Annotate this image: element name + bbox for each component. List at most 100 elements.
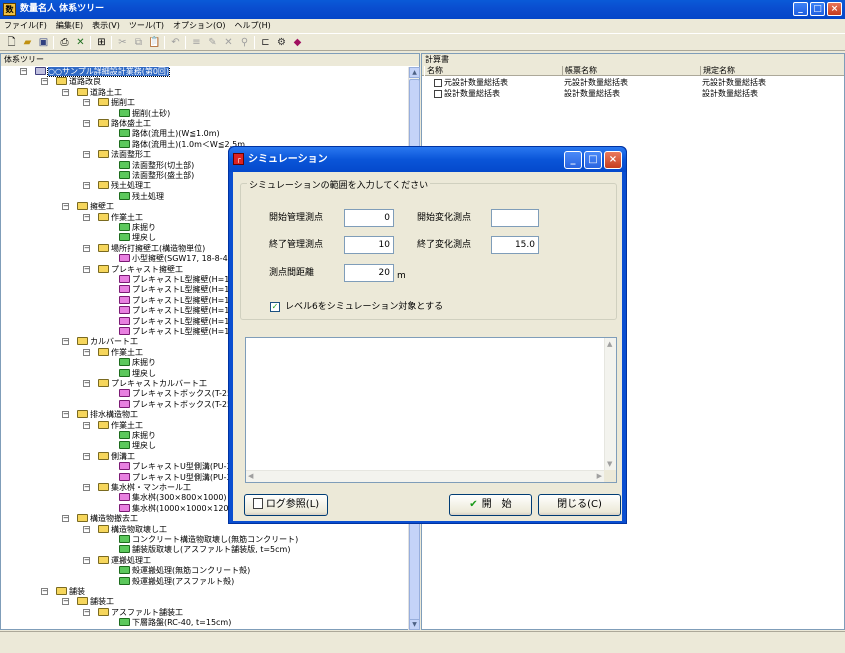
tree-node[interactable]: 構造物取壊し工 (98, 524, 167, 535)
level6-checkbox[interactable]: ✓ (270, 302, 280, 312)
tree-node[interactable]: プレキャストL型擁壁(H=1600 (119, 327, 245, 337)
undo-icon[interactable]: ↶ (169, 36, 182, 49)
menu-edit[interactable]: 編集(E) (52, 19, 88, 31)
tree-node[interactable]: 排水構造物工 (77, 410, 138, 420)
collapse-icon[interactable]: − (83, 421, 90, 429)
insert-icon[interactable]: ≡ (190, 36, 203, 49)
tree-node[interactable]: プレキャストL型擁壁(H=1100 (119, 275, 245, 285)
cut-icon[interactable]: ✂ (116, 36, 129, 49)
scroll-down-icon[interactable]: ▼ (409, 619, 420, 630)
tree-node[interactable]: プレキャストボックス(T-25, 4 (119, 399, 242, 410)
menu-options[interactable]: オプション(O) (169, 19, 231, 31)
scroll-right-icon[interactable]: ▶ (597, 471, 602, 481)
column-rule-name[interactable]: 規定名称 (700, 66, 735, 76)
excel-icon[interactable]: ✕ (74, 36, 87, 49)
tree-node[interactable]: 集水桝(1000×1000×1200) (119, 503, 237, 514)
save-icon[interactable]: ▣ (37, 36, 50, 49)
collapse-icon[interactable]: − (83, 120, 90, 127)
book-icon[interactable]: ◆ (291, 36, 304, 49)
column-name[interactable]: 名称 (424, 66, 443, 76)
list-item[interactable]: 元設計数量総括表 元設計数量総括表 元設計数量総括表 (422, 78, 844, 88)
tree-node[interactable]: 運搬処理工 (98, 555, 151, 566)
tree-node[interactable]: 小型擁壁(SGW17, 18-8-40, (119, 254, 235, 264)
tree-node[interactable]: 作業土工 (98, 347, 143, 358)
collapse-icon[interactable]: − (83, 244, 90, 252)
tree-node[interactable]: 路体(流用土)(W≦1.0m) (119, 129, 220, 139)
paste-icon[interactable]: 📋 (148, 36, 161, 49)
dialog-title-bar[interactable]: ┌ シミュレーション _ □ × (229, 147, 626, 172)
tree-node[interactable]: 下層路盤(RC-40, t=15cm) (119, 618, 231, 628)
copy-icon[interactable]: ⧉ (132, 36, 145, 49)
menu-file[interactable]: ファイル(F) (0, 19, 52, 31)
tree-node[interactable]: プレキャストL型擁壁(H=1200 (119, 285, 245, 295)
collapse-icon[interactable]: − (83, 265, 90, 273)
tree-node[interactable]: 殻運搬処理(アスファルト殻) (119, 576, 234, 587)
tree-node[interactable]: 埋戻し (119, 233, 156, 243)
tree-node[interactable]: プレキャストU型側溝(PU-360 (119, 472, 242, 483)
collapse-icon[interactable]: − (62, 515, 69, 523)
tree-node[interactable]: プレキャストU型側溝(PU-300 (119, 462, 242, 472)
tree-node[interactable]: 床掘り (119, 358, 156, 368)
collapse-icon[interactable]: − (83, 484, 90, 491)
tree-node[interactable]: プレキャストL型擁壁(H=1400 (119, 306, 245, 316)
collapse-icon[interactable]: − (62, 203, 69, 211)
delete-icon[interactable]: ✕ (222, 36, 235, 49)
edit-icon[interactable]: ✎ (206, 36, 219, 49)
scroll-up-icon[interactable]: ▲ (607, 339, 612, 349)
tree-node[interactable]: 作業土工 (98, 212, 143, 223)
collapse-icon[interactable]: − (83, 380, 90, 387)
tree-node[interactable]: 法面整形(切土部) (119, 160, 194, 171)
properties-icon[interactable]: ⊞ (95, 36, 108, 49)
tree-node[interactable]: 作業土工 (98, 420, 143, 431)
scroll-left-icon[interactable]: ◀ (248, 471, 253, 481)
tree-node[interactable]: 路体(流用土)(1.0m＜W≦2.5m (119, 139, 245, 150)
tree-node[interactable]: 埋戻し (119, 441, 156, 451)
tree-node[interactable]: 床掘り (119, 223, 156, 233)
tree-node[interactable]: プレキャストボックス(T-25, 3 (119, 389, 242, 399)
close-dialog-button[interactable]: 閉じる(C) (538, 494, 621, 516)
log-textarea[interactable]: ▲ ▼ ◀ ▶ (245, 337, 617, 483)
start-manage-input[interactable]: 0 (344, 209, 394, 227)
menu-help[interactable]: ヘルプ(H) (231, 19, 276, 31)
tree-node[interactable]: ○○サンプル詳細設計業務(第0回) (35, 67, 171, 77)
interval-input[interactable]: 20 (344, 264, 394, 282)
maximize-button[interactable]: □ (810, 2, 825, 16)
simulation-icon[interactable]: ⊏ (259, 36, 272, 49)
menu-tools[interactable]: ツール(T) (125, 19, 169, 31)
tree-node[interactable]: 舗装工 (77, 597, 114, 607)
tree-node[interactable]: 構造物撤去工 (77, 514, 138, 524)
collapse-icon[interactable]: − (83, 182, 90, 190)
tree-node[interactable]: 舗装 (56, 587, 85, 597)
log-vertical-scrollbar[interactable]: ▲ ▼ (604, 338, 616, 470)
print-icon[interactable]: ⎙ (58, 36, 71, 49)
new-icon[interactable]: 🗋 (5, 36, 18, 49)
tree-node[interactable]: 道路改良 (56, 77, 101, 87)
tree-node[interactable]: アスファルト舗装工 (98, 607, 183, 618)
tree-node[interactable]: 路体盛土工 (98, 119, 151, 129)
scroll-down-icon[interactable]: ▼ (607, 459, 612, 469)
collapse-icon[interactable]: − (41, 78, 48, 86)
start-change-input[interactable] (491, 209, 539, 227)
tree-node[interactable]: 埋戻し (119, 368, 156, 379)
tree-node[interactable]: 舗装版取壊し(アスファルト舗装版, t=5cm) (119, 545, 290, 555)
tree-node[interactable]: 集水桝・マンホール工 (98, 483, 191, 493)
tree-node[interactable]: 残土処理 (119, 191, 164, 202)
end-change-input[interactable]: 15.0 (491, 236, 539, 254)
dialog-close-button[interactable]: × (604, 151, 622, 169)
tree-node[interactable]: 擁壁工 (77, 202, 114, 212)
collapse-icon[interactable]: − (20, 68, 27, 75)
collapse-icon[interactable]: − (83, 213, 90, 221)
tree-node[interactable]: 掘削工 (98, 98, 135, 108)
tree-node[interactable]: 法面整形(盛土部) (119, 171, 194, 181)
settings-icon[interactable]: ⚙ (275, 36, 288, 49)
tree-node[interactable]: 掘削(土砂) (119, 108, 170, 119)
collapse-icon[interactable]: − (62, 338, 69, 346)
close-button[interactable]: × (827, 2, 842, 16)
tree-node[interactable]: 場所打擁壁工(構造物単位) (98, 243, 205, 254)
collapse-icon[interactable]: − (83, 608, 90, 616)
tree-node[interactable]: 道路土工 (77, 87, 122, 98)
collapse-icon[interactable]: − (62, 598, 69, 606)
scroll-up-icon[interactable]: ▲ (409, 67, 420, 78)
tree-node[interactable]: プレキャストL型擁壁(H=1500 (119, 316, 245, 327)
tree-node[interactable]: プレキャストカルバート工 (98, 379, 207, 389)
